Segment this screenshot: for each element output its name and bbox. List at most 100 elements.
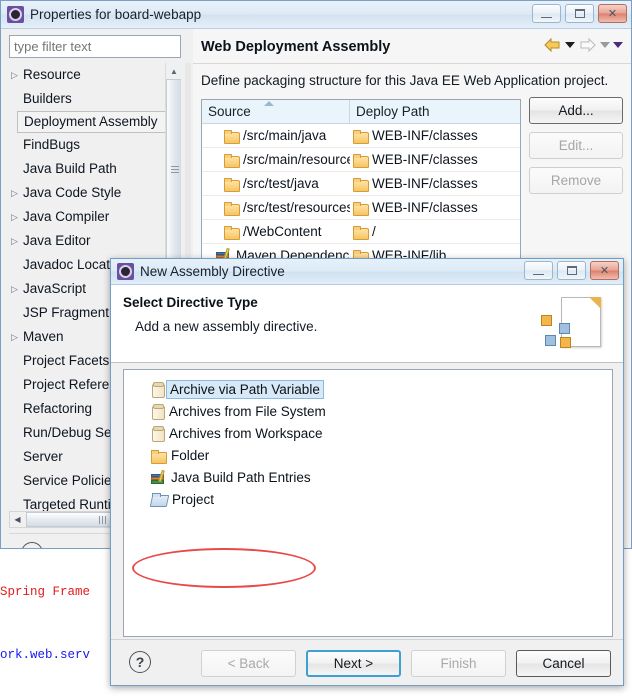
list-item-label: Archive via Path Variable	[166, 380, 324, 399]
column-header-deploy-path[interactable]: Deploy Path	[350, 100, 520, 123]
scrollbar-grip-icon	[171, 166, 179, 173]
annotation-ellipse	[132, 548, 316, 588]
folder-icon	[224, 153, 240, 168]
scrollbar-grip-icon	[98, 515, 107, 524]
cell-source: /src/main/java	[202, 124, 350, 147]
folder-icon	[224, 225, 240, 240]
finish-button[interactable]: Finish	[411, 650, 506, 677]
sort-ascending-icon	[264, 101, 274, 106]
back-dropdown-icon[interactable]	[565, 42, 575, 48]
sidebar-item-resource[interactable]: ▷ Resource	[9, 63, 169, 87]
remove-button[interactable]: Remove	[529, 167, 623, 194]
forward-arrow-icon[interactable]	[578, 37, 597, 53]
screen-root: Spring Frame ork.web.serv ork.web.cont o…	[0, 0, 632, 696]
cell-deploy-path: WEB-INF/classes	[350, 172, 520, 195]
back-button[interactable]: < Back	[201, 650, 296, 677]
edit-button[interactable]: Edit...	[529, 132, 623, 159]
back-arrow-icon[interactable]	[543, 37, 562, 53]
java-build-path-icon	[151, 469, 167, 484]
window-title: Properties for board-webapp	[30, 7, 202, 22]
cell-text: /	[372, 224, 376, 239]
sidebar-item-deployment-assembly[interactable]: Deployment Assembly	[17, 111, 169, 133]
list-item-folder[interactable]: Folder	[124, 446, 612, 465]
cell-text: WEB-INF/classes	[372, 128, 478, 143]
folder-icon	[353, 177, 369, 192]
table-row[interactable]: /src/test/java WEB-INF/classes	[202, 172, 520, 196]
folder-icon	[353, 129, 369, 144]
page-description: Define packaging structure for this Java…	[201, 73, 609, 88]
folder-icon	[353, 153, 369, 168]
table-row[interactable]: /src/main/java WEB-INF/classes	[202, 124, 520, 148]
column-header-source[interactable]: Source	[202, 100, 350, 123]
add-button[interactable]: Add...	[529, 97, 623, 124]
sidebar-item-label: Resource	[23, 67, 81, 82]
new-assembly-directive-dialog: New Assembly Directive ✕ Select Directiv…	[110, 258, 624, 686]
dialog-title: New Assembly Directive	[140, 264, 285, 279]
folder-icon	[224, 201, 240, 216]
scrollbar-thumb[interactable]	[166, 79, 181, 259]
search-input[interactable]	[9, 35, 181, 58]
history-dropdown-icon[interactable]	[613, 42, 623, 48]
minimize-button[interactable]	[532, 4, 561, 23]
list-item-label: Archives from File System	[169, 404, 326, 419]
list-item-archives-from-workspace[interactable]: Archives from Workspace	[124, 424, 612, 443]
sidebar-item-java-code-style[interactable]: ▷ Java Code Style	[9, 181, 169, 205]
jar-icon	[151, 426, 165, 442]
assembly-action-buttons: Add... Edit... Remove	[529, 97, 623, 202]
list-item-java-build-path-entries[interactable]: Java Build Path Entries	[124, 468, 612, 487]
list-item-project[interactable]: Project	[124, 490, 612, 509]
sidebar-item-label: Server	[23, 449, 63, 464]
close-button[interactable]: ✕	[598, 4, 627, 23]
sidebar-item-builders[interactable]: Builders	[9, 87, 169, 111]
scroll-left-icon[interactable]: ◀	[10, 512, 25, 527]
chevron-right-icon: ▷	[11, 212, 18, 222]
table-row[interactable]: /src/test/resources WEB-INF/classes	[202, 196, 520, 220]
eclipse-icon	[117, 263, 134, 280]
chevron-right-icon: ▷	[11, 332, 18, 342]
list-item-label: Project	[172, 492, 215, 507]
column-header-label: Source	[208, 104, 251, 119]
assembly-table[interactable]: Source Deploy Path /src/main/java WEB-IN…	[201, 99, 521, 279]
close-button[interactable]: ✕	[590, 261, 619, 280]
help-icon[interactable]: ?	[129, 651, 151, 673]
forward-dropdown-icon[interactable]	[600, 42, 610, 48]
cell-text: WEB-INF/classes	[372, 152, 478, 167]
folder-icon	[151, 449, 167, 464]
cell-source: /src/test/resources	[202, 196, 350, 219]
table-row[interactable]: /src/main/resources WEB-INF/classes	[202, 148, 520, 172]
cell-deploy-path: /	[350, 220, 520, 243]
help-icon[interactable]: ?	[21, 542, 43, 548]
sidebar-item-java-editor[interactable]: ▷ Java Editor	[9, 229, 169, 253]
cell-text: WEB-INF/classes	[372, 200, 478, 215]
list-item-archive-via-path-variable[interactable]: Archive via Path Variable	[124, 380, 612, 399]
properties-titlebar: Properties for board-webapp ✕	[1, 1, 631, 29]
minimize-button[interactable]	[524, 261, 553, 280]
cell-text: /src/test/resources	[243, 200, 350, 215]
maximize-button[interactable]	[565, 4, 594, 23]
cell-text: /src/main/resources	[243, 152, 350, 167]
chevron-right-icon: ▷	[11, 284, 18, 294]
next-button[interactable]: Next >	[306, 650, 401, 677]
maximize-button[interactable]	[557, 261, 586, 280]
cancel-button[interactable]: Cancel	[516, 650, 611, 677]
sidebar-item-findbugs[interactable]: FindBugs	[9, 133, 169, 157]
folder-icon	[224, 129, 240, 144]
cell-deploy-path: WEB-INF/classes	[350, 148, 520, 171]
dialog-window-controls: ✕	[524, 261, 619, 280]
cell-deploy-path: WEB-INF/classes	[350, 196, 520, 219]
sidebar-item-java-compiler[interactable]: ▷ Java Compiler	[9, 205, 169, 229]
dialog-button-group: < Back Next > Finish Cancel	[201, 650, 611, 677]
dialog-footer: ? < Back Next > Finish Cancel	[111, 639, 623, 685]
table-row[interactable]: /WebContent /	[202, 220, 520, 244]
sidebar-item-java-build-path[interactable]: Java Build Path	[9, 157, 169, 181]
scroll-up-icon[interactable]: ▲	[166, 63, 181, 79]
cell-text: WEB-INF/classes	[372, 176, 478, 191]
sidebar-item-label: Java Compiler	[23, 209, 110, 224]
cell-source: /src/test/java	[202, 172, 350, 195]
sidebar-item-label: Refactoring	[23, 401, 93, 416]
filter-container	[9, 35, 181, 58]
sidebar-item-label: Java Code Style	[23, 185, 122, 200]
list-item-label: Java Build Path Entries	[171, 470, 311, 485]
list-item-archives-from-file-system[interactable]: Archives from File System	[124, 402, 612, 421]
directive-type-list[interactable]: Archive via Path Variable Archives from …	[123, 369, 613, 637]
